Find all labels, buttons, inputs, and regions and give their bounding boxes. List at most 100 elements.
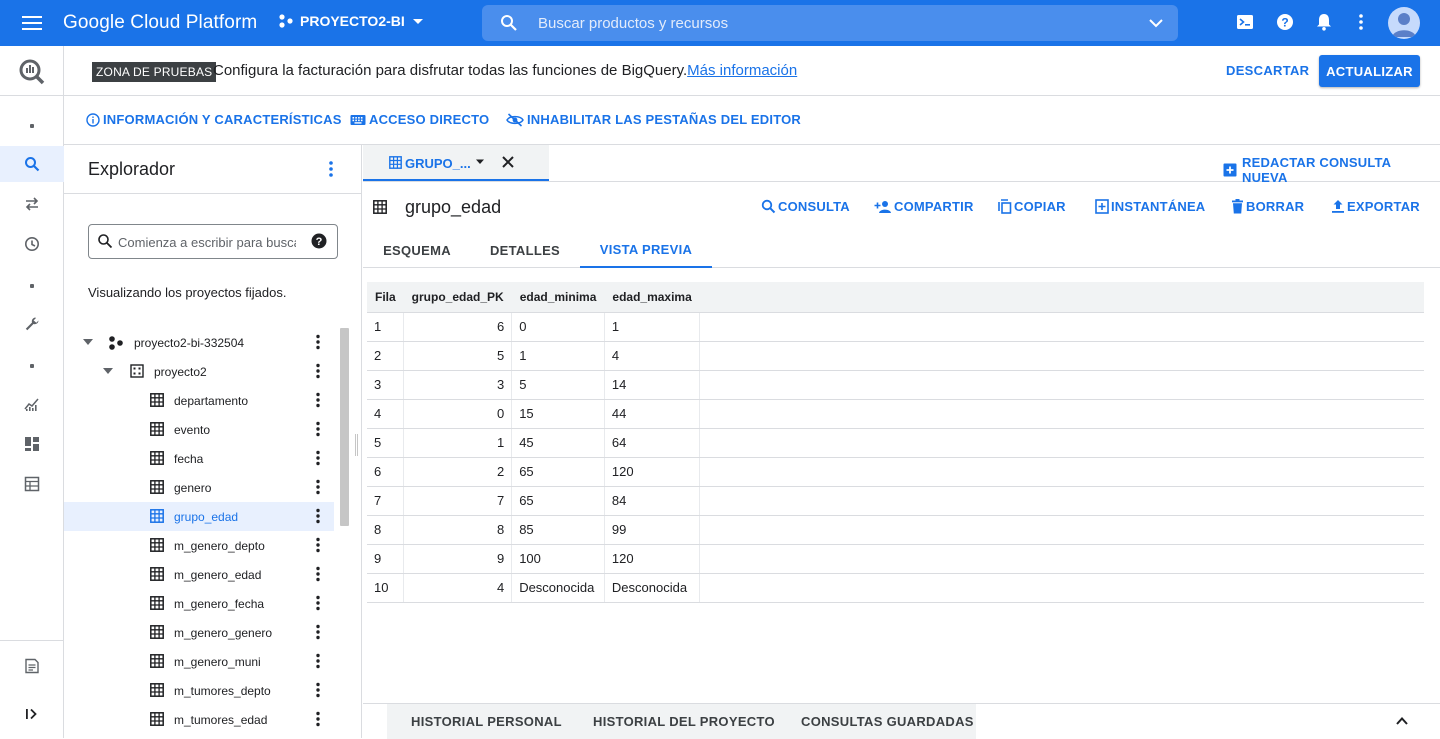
more-vert-icon[interactable] [315,595,321,611]
menu-icon[interactable] [20,12,44,34]
explorer-search-input[interactable] [118,233,296,251]
export-button[interactable]: EXPORTAR [1331,199,1420,214]
table-cell[interactable]: 65 [511,486,605,516]
column-header[interactable]: grupo_edad_PK [403,282,512,313]
tab-project-history[interactable]: HISTORIAL DEL PROYECTO [593,714,775,729]
tree-table-departamento[interactable]: departamento [64,386,334,415]
table-cell[interactable]: 10 [367,573,405,603]
table-cell[interactable]: 120 [604,457,701,487]
tree-table-m-genero-muni[interactable]: m_genero_muni [64,647,334,676]
table-cell[interactable]: 65 [511,457,605,487]
more-vert-icon[interactable] [1358,13,1364,31]
tree-table-m-genero-edad[interactable]: m_genero_edad [64,560,334,589]
table-cell[interactable]: 1 [403,428,513,458]
shortcut-link[interactable]: ACCESO DIRECTO [350,112,489,127]
copy-button[interactable]: COPIAR [998,199,1066,214]
table-cell[interactable]: 0 [403,399,513,429]
table-cell[interactable]: 9 [403,544,513,574]
tab-details[interactable]: DETALLES [475,232,575,268]
history-icon[interactable] [0,226,64,262]
table-cell[interactable]: 7 [367,486,405,516]
tree-table-m-genero-depto[interactable]: m_genero_depto [64,531,334,560]
cloud-shell-icon[interactable] [1236,13,1254,31]
column-header[interactable]: edad_maxima [604,282,700,313]
table-cell[interactable]: 3 [367,370,405,400]
table-cell[interactable]: 6 [403,312,513,342]
search-icon[interactable] [0,146,64,182]
project-selector[interactable]: PROYECTO2-BI [278,13,425,29]
table-cell[interactable]: 120 [604,544,701,574]
more-info-link[interactable]: Más información [687,62,797,79]
expand-rail-icon[interactable] [0,696,64,732]
tree-dataset[interactable]: proyecto2 [64,357,334,386]
tab-saved-queries[interactable]: CONSULTAS GUARDADAS [801,714,974,729]
table-cell[interactable]: 1 [511,341,605,371]
delete-button[interactable]: BORRAR [1231,199,1304,214]
table-cell[interactable]: Desconocida [604,573,701,603]
table-icon[interactable] [0,466,64,502]
chevron-up-icon[interactable] [1395,714,1409,728]
tab-schema[interactable]: ESQUEMA [367,232,467,268]
info-features-link[interactable]: INFORMACIÓN Y CARACTERÍSTICAS [86,112,342,127]
table-cell[interactable]: Desconocida [511,573,605,603]
table-cell[interactable]: 64 [604,428,701,458]
compose-new-query-button[interactable]: REDACTAR CONSULTA NUEVA [1223,155,1440,185]
table-cell[interactable]: 15 [511,399,605,429]
column-header[interactable]: Fila [367,282,404,313]
chevron-down-icon[interactable] [82,337,94,347]
table-cell[interactable]: 5 [511,370,605,400]
dashboard-icon[interactable] [0,426,64,462]
table-cell[interactable]: 99 [604,515,701,545]
tree-table-evento[interactable]: evento [64,415,334,444]
more-vert-icon[interactable] [315,363,321,379]
global-search[interactable] [482,5,1178,41]
chevron-down-icon[interactable] [102,366,114,376]
table-cell[interactable]: 5 [367,428,405,458]
more-vert-icon[interactable] [315,450,321,466]
wrench-icon[interactable] [0,306,64,342]
more-vert-icon[interactable] [315,711,321,727]
table-cell[interactable]: 8 [403,515,513,545]
table-cell[interactable]: 100 [511,544,605,574]
analytics-icon[interactable] [0,386,64,422]
discard-button[interactable]: DESCARTAR [1226,63,1309,78]
close-icon[interactable] [501,155,515,169]
tree-table-grupo-edad[interactable]: grupo_edad [64,502,334,531]
share-button[interactable]: COMPARTIR [874,199,974,214]
table-cell[interactable]: 45 [511,428,605,458]
more-vert-icon[interactable] [315,479,321,495]
table-cell[interactable]: 2 [403,457,513,487]
brand-title[interactable]: Google Cloud Platform [63,12,257,34]
table-cell[interactable]: 7 [403,486,513,516]
table-cell[interactable]: 4 [403,573,513,603]
tree-table-m-genero-fecha[interactable]: m_genero_fecha [64,589,334,618]
tree-table-genero[interactable]: genero [64,473,334,502]
tree-table-fecha[interactable]: fecha [64,444,334,473]
notifications-icon[interactable] [1316,13,1332,31]
more-vert-icon[interactable] [328,160,334,178]
avatar-icon[interactable] [1388,7,1420,39]
table-cell[interactable]: 85 [511,515,605,545]
more-vert-icon[interactable] [315,537,321,553]
table-cell[interactable]: 5 [403,341,513,371]
query-button[interactable]: CONSULTA [761,199,850,214]
column-header[interactable]: edad_minima [511,282,605,313]
table-cell[interactable]: 14 [604,370,701,400]
table-cell[interactable]: 84 [604,486,701,516]
table-cell[interactable]: 44 [604,399,701,429]
more-vert-icon[interactable] [315,392,321,408]
table-cell[interactable]: 1 [604,312,701,342]
table-cell[interactable]: 3 [403,370,513,400]
tree-table-m-genero-genero[interactable]: m_genero_genero [64,618,334,647]
table-cell[interactable]: 4 [604,341,701,371]
table-cell[interactable]: 1 [367,312,405,342]
bigquery-logo-icon[interactable] [0,46,64,96]
editor-tab-grupo-edad[interactable]: GRUPO_... [363,145,549,181]
more-vert-icon[interactable] [315,334,321,350]
more-vert-icon[interactable] [315,566,321,582]
tree-project[interactable]: proyecto2-bi-332504 [64,328,334,357]
explorer-scrollbar[interactable] [340,328,349,526]
explorer-search[interactable]: ? [88,224,338,259]
panel-resize-handle[interactable] [355,434,358,456]
more-vert-icon[interactable] [315,624,321,640]
